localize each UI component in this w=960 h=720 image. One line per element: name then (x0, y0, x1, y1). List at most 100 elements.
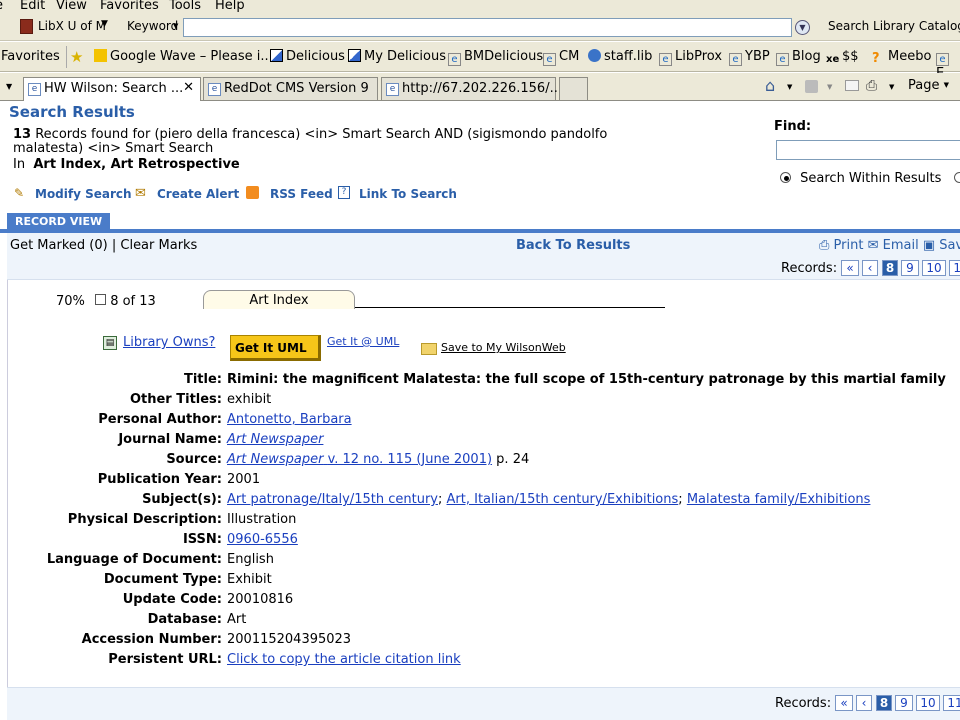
chevron-down-icon[interactable]: ▼ (827, 83, 832, 91)
chevron-down-icon[interactable]: ▼ (173, 22, 178, 30)
chevron-down-icon[interactable]: ▼ (787, 83, 792, 91)
results-databases: In Art Index, Art Retrospective (13, 157, 240, 172)
page-9-button[interactable]: 9 (895, 695, 913, 711)
prev-page-button[interactable]: ‹ (856, 695, 872, 711)
field-label-persistent-url: Persistent URL: (108, 652, 222, 667)
record-view-tab[interactable]: RECORD VIEW (7, 213, 111, 230)
source-link[interactable]: Art Newspaper v. 12 no. 115 (June 2001) (227, 452, 492, 467)
favorites-bar: Favorites ★ Google Wave – Please i... De… (0, 42, 960, 81)
field-label-issn: ISSN: (182, 532, 222, 547)
menu-favorites[interactable]: Favorites (100, 0, 159, 13)
field-value-subjects: Art patronage/Italy/15th century; Art, I… (227, 492, 871, 507)
new-tab-button[interactable] (559, 77, 588, 100)
field-value-update-code: 20010816 (227, 592, 294, 607)
subject-link[interactable]: Art patronage/Italy/15th century (227, 492, 438, 507)
find-input[interactable] (776, 140, 960, 160)
browser-menubar: e Edit View Favorites Tools Help (0, 0, 960, 15)
get-it-uml-link[interactable]: Get It @ UML (327, 335, 399, 348)
page-10-button[interactable]: 10 (922, 260, 946, 276)
tab-hw-wilson[interactable]: e HW Wilson: Search ... ✕ (23, 77, 201, 101)
home-icon[interactable]: ⌂ (765, 76, 775, 95)
link-to-search-link[interactable]: Link To Search (359, 187, 457, 201)
fav-libprox[interactable]: e LibProx (659, 49, 722, 66)
search-within-results-option[interactable]: Search Within Results (780, 171, 960, 186)
tab-list-chevron-icon[interactable]: ▼ (6, 82, 12, 91)
favorites-button[interactable]: Favorites (1, 49, 60, 64)
page-11-button[interactable]: 11 (943, 695, 960, 711)
close-tab-icon[interactable]: ✕ (183, 80, 194, 95)
page-8-button[interactable]: 8 (876, 695, 892, 711)
results-summary: 13 Records found for (piero della france… (13, 127, 607, 142)
rss-feed-link[interactable]: RSS Feed (270, 187, 333, 201)
tab-label: RedDot CMS Version 9 (224, 81, 369, 96)
menu-help[interactable]: Help (215, 0, 245, 13)
tab-ip-address[interactable]: e http://67.202.226.156/... (381, 77, 562, 100)
clear-marks-link[interactable]: Clear Marks (120, 238, 197, 253)
fav-bmdelicious[interactable]: e BMDelicious (448, 49, 543, 66)
save-to-wilsonweb-link[interactable]: Save to My WilsonWeb (441, 341, 566, 354)
email-link[interactable]: Email (883, 238, 919, 253)
author-link[interactable]: Antonetto, Barbara (227, 412, 352, 427)
menu-tools[interactable]: Tools (169, 0, 201, 13)
feeds-icon[interactable] (805, 80, 818, 93)
print-icon: ⎙ (819, 238, 830, 253)
fav-ybp[interactable]: e YBP (729, 49, 770, 66)
page-11-button[interactable]: 11 (949, 260, 960, 276)
persistent-url-link[interactable]: Click to copy the article citation link (227, 652, 461, 667)
fav-staff-lib[interactable]: staff.lib (588, 49, 652, 64)
libx-edition-label[interactable]: LibX U of M (38, 19, 106, 33)
fav-dollars[interactable]: xe $$ (826, 49, 859, 66)
create-alert-link[interactable]: Create Alert (157, 187, 239, 201)
field-label-title: Title: (183, 372, 222, 387)
menu-edit[interactable]: Edit (20, 0, 45, 13)
save-link[interactable]: Sav (939, 238, 960, 253)
fav-meebo[interactable]: ? Meebo (872, 49, 931, 66)
xe-icon: xe (826, 54, 840, 65)
google-wave-icon (94, 49, 107, 62)
field-label-language: Language of Document: (46, 552, 222, 567)
search-catalogue-label[interactable]: Search Library Catalogue (E (828, 19, 960, 33)
fav-cm[interactable]: e CM (543, 49, 579, 66)
tab-reddot[interactable]: e RedDot CMS Version 9 (203, 77, 378, 100)
print-link[interactable]: Print (834, 238, 864, 253)
keyword-dropdown[interactable]: Keyword (127, 19, 178, 33)
back-to-results-link[interactable]: Back To Results (516, 238, 630, 253)
page-9-button[interactable]: 9 (901, 260, 919, 276)
read-mail-icon[interactable] (845, 80, 859, 91)
field-label-accession: Accession Number: (81, 632, 222, 647)
delicious-icon (270, 49, 283, 62)
journal-link[interactable]: Art Newspaper (227, 432, 323, 447)
print-icon[interactable]: ⎙ (866, 78, 877, 94)
libx-logo-icon (20, 19, 33, 34)
page-8-button[interactable]: 8 (882, 260, 898, 276)
modify-search-link[interactable]: Modify Search (35, 187, 132, 201)
subject-link[interactable]: Malatesta family/Exhibitions (687, 492, 871, 507)
chevron-down-icon[interactable]: ▼ (889, 83, 894, 91)
chevron-down-icon[interactable]: ▼ (101, 19, 108, 29)
page-10-button[interactable]: 10 (916, 695, 940, 711)
prev-page-button[interactable]: ‹ (862, 260, 878, 276)
field-value-other-titles: exhibit (227, 392, 272, 407)
subject-link[interactable]: Art, Italian/15th century/Exhibitions (447, 492, 679, 507)
mark-record-checkbox[interactable] (95, 294, 107, 305)
issn-link[interactable]: 0960-6556 (227, 532, 298, 547)
tab-art-index[interactable]: Art Index (203, 290, 355, 309)
fav-delicious[interactable]: Delicious (270, 49, 345, 64)
page-menu-button[interactable]: Page ▼ (908, 78, 949, 93)
menu-file[interactable]: e (0, 0, 3, 13)
fav-google-wave[interactable]: Google Wave – Please i... (94, 49, 273, 64)
first-page-button[interactable]: « (841, 260, 859, 276)
libx-search-input[interactable] (183, 18, 792, 37)
first-page-button[interactable]: « (835, 695, 853, 711)
get-it-uml-button[interactable]: Get It UML (230, 335, 321, 361)
radio-selected[interactable] (780, 172, 791, 183)
fav-my-delicious[interactable]: My Delicious (348, 49, 446, 64)
menu-view[interactable]: View (56, 0, 87, 13)
field-value-physical: Illustration (227, 512, 297, 527)
go-icon[interactable]: ▼ (795, 20, 810, 35)
get-marked-link[interactable]: Get Marked (0) (10, 238, 108, 253)
radio-unselected[interactable] (953, 172, 960, 183)
fav-blog[interactable]: e Blog (776, 49, 821, 66)
add-favorite-star-icon[interactable]: ★ (70, 48, 83, 66)
library-owns-link[interactable]: Library Owns? (123, 335, 215, 350)
